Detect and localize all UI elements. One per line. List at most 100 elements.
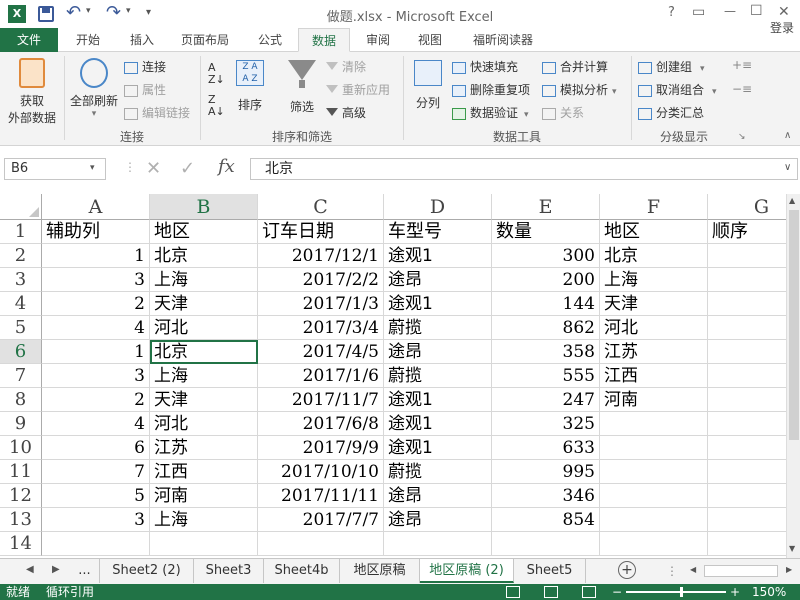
table-cell[interactable]: 途昂 — [384, 508, 492, 532]
cancel-entry-icon[interactable]: ✕ — [146, 158, 161, 179]
sheet-tab[interactable]: Sheet5 — [514, 559, 586, 583]
page-break-view-icon[interactable] — [582, 586, 596, 598]
table-cell[interactable]: 2017/10/10 — [258, 460, 384, 484]
table-cell[interactable]: 2 — [42, 388, 150, 412]
table-cell[interactable]: 200 — [492, 268, 600, 292]
table-cell[interactable]: 北京 — [150, 340, 258, 364]
sheet-tab[interactable]: 地区原稿 — [340, 559, 420, 583]
table-cell[interactable]: 途昂 — [384, 340, 492, 364]
tab-insert[interactable]: 插入 — [116, 28, 168, 52]
row-header[interactable]: 7 — [0, 364, 42, 388]
table-cell[interactable] — [600, 436, 708, 460]
zoom-out-icon[interactable]: − — [612, 584, 622, 600]
header-cell[interactable]: 订车日期 — [258, 220, 384, 244]
table-cell[interactable] — [600, 412, 708, 436]
table-cell[interactable]: 2017/6/8 — [258, 412, 384, 436]
table-cell[interactable]: 1 — [42, 244, 150, 268]
table-cell[interactable]: 325 — [492, 412, 600, 436]
row-header[interactable]: 4 — [0, 292, 42, 316]
hscroll-right-icon[interactable]: ▶ — [786, 565, 792, 574]
minimize-button[interactable]: — — [724, 4, 736, 18]
table-cell[interactable]: 4 — [42, 412, 150, 436]
undo-dropdown-icon[interactable]: ▾ — [86, 6, 91, 16]
table-cell[interactable]: 2017/3/4 — [258, 316, 384, 340]
zoom-slider[interactable] — [626, 591, 726, 593]
table-cell[interactable]: 2017/12/1 — [258, 244, 384, 268]
table-cell[interactable] — [492, 532, 600, 556]
help-button[interactable]: ? — [668, 5, 675, 20]
table-cell[interactable]: 途观1 — [384, 292, 492, 316]
flash-fill-button[interactable]: 快速填充 — [452, 57, 518, 77]
sort-button[interactable]: Z AA Z 排序 — [232, 56, 268, 113]
table-cell[interactable]: 2017/1/6 — [258, 364, 384, 388]
header-cell[interactable]: 顺序 — [708, 220, 786, 244]
table-cell[interactable] — [600, 484, 708, 508]
advanced-filter-button[interactable]: 高级 — [326, 103, 366, 123]
scroll-tabs-right-icon[interactable]: ▶ — [52, 564, 60, 575]
confirm-entry-icon[interactable]: ✓ — [180, 158, 195, 179]
column-header-d[interactable]: D — [384, 194, 492, 220]
table-cell[interactable]: 3 — [42, 508, 150, 532]
login-link[interactable]: 登录 — [764, 16, 800, 40]
table-cell[interactable]: 河北 — [150, 412, 258, 436]
column-header-g[interactable]: G — [708, 194, 786, 220]
table-cell[interactable]: 北京 — [600, 244, 708, 268]
scroll-down-icon[interactable]: ▼ — [789, 544, 795, 553]
header-cell[interactable]: 数量 — [492, 220, 600, 244]
table-cell[interactable]: 2017/4/5 — [258, 340, 384, 364]
table-cell[interactable]: 蔚揽 — [384, 316, 492, 340]
table-cell[interactable]: 3 — [42, 364, 150, 388]
table-cell[interactable]: 1 — [42, 340, 150, 364]
header-cell[interactable]: 地区 — [600, 220, 708, 244]
sheet-tab[interactable]: Sheet2 (2) — [100, 559, 194, 583]
table-cell[interactable]: 江苏 — [150, 436, 258, 460]
page-layout-view-icon[interactable] — [544, 586, 558, 598]
hide-detail-icon[interactable]: −≡ — [732, 82, 752, 96]
table-cell[interactable]: 河北 — [600, 316, 708, 340]
get-external-data-button[interactable]: 获取 外部数据 — [2, 56, 62, 126]
row-header[interactable]: 9 — [0, 412, 42, 436]
tab-formulas[interactable]: 公式 — [244, 28, 296, 52]
table-cell[interactable]: 4 — [42, 316, 150, 340]
filter-button[interactable]: 筛选 — [284, 56, 320, 115]
table-cell[interactable]: 2017/9/9 — [258, 436, 384, 460]
table-cell[interactable]: 上海 — [150, 508, 258, 532]
table-cell[interactable]: 蔚揽 — [384, 364, 492, 388]
sheet-tab[interactable]: Sheet3 — [194, 559, 264, 583]
tab-view[interactable]: 视图 — [404, 28, 456, 52]
tab-page-layout[interactable]: 页面布局 — [172, 28, 238, 52]
formula-bar-grip-icon[interactable]: ⋮ — [124, 160, 136, 174]
group-button[interactable]: 创建组 ▾ — [638, 57, 705, 77]
table-cell[interactable]: 2017/1/3 — [258, 292, 384, 316]
scroll-up-icon[interactable]: ▲ — [789, 196, 795, 205]
header-cell[interactable]: 车型号 — [384, 220, 492, 244]
column-header-b[interactable]: B — [150, 194, 258, 220]
subtotal-button[interactable]: 分类汇总 — [638, 103, 704, 123]
table-cell[interactable]: 633 — [492, 436, 600, 460]
table-cell[interactable]: 300 — [492, 244, 600, 268]
table-cell[interactable]: 河南 — [600, 388, 708, 412]
expand-formula-bar-icon[interactable]: ∨ — [784, 162, 791, 173]
scroll-tabs-left-icon[interactable]: ◀ — [26, 564, 34, 575]
table-cell[interactable] — [708, 460, 786, 484]
table-cell[interactable]: 途观1 — [384, 388, 492, 412]
table-cell[interactable]: 862 — [492, 316, 600, 340]
table-cell[interactable]: 6 — [42, 436, 150, 460]
table-cell[interactable] — [600, 532, 708, 556]
horizontal-scroll-thumb[interactable] — [704, 565, 778, 577]
sheet-tabs-more[interactable]: ... — [70, 559, 100, 583]
tab-home[interactable]: 开始 — [62, 28, 114, 52]
vertical-scrollbar[interactable]: ▲ ▼ — [786, 194, 800, 558]
table-cell[interactable]: 天津 — [600, 292, 708, 316]
table-cell[interactable]: 1 — [708, 244, 786, 268]
outline-dialog-launcher-icon[interactable]: ↘ — [738, 132, 746, 142]
table-cell[interactable] — [384, 532, 492, 556]
text-to-columns-button[interactable]: 分列 — [408, 56, 448, 111]
table-cell[interactable]: 河北 — [150, 316, 258, 340]
table-cell[interactable]: 6 — [708, 340, 786, 364]
ribbon-display-options-button[interactable]: ▭ — [692, 4, 705, 20]
row-header[interactable]: 6 — [0, 340, 42, 364]
table-cell[interactable]: 途观1 — [384, 412, 492, 436]
maximize-button[interactable]: ☐ — [750, 3, 763, 19]
show-detail-icon[interactable]: +≡ — [732, 58, 752, 72]
